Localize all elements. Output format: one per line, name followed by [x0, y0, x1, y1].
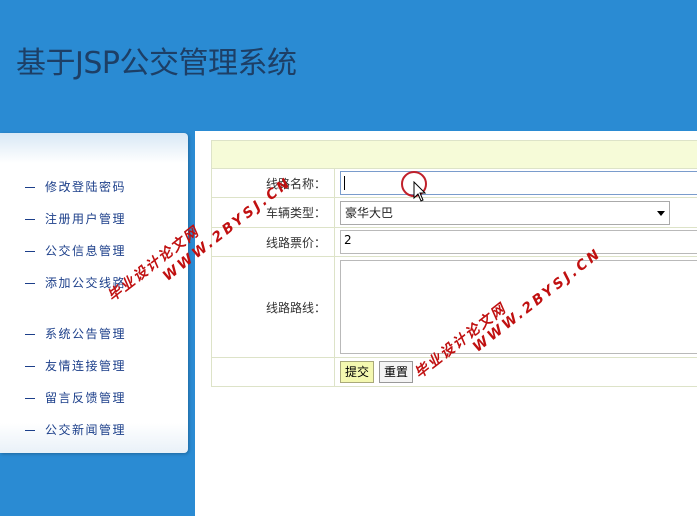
- sidebar-item-bus-info[interactable]: 公交信息管理: [0, 235, 188, 267]
- dash-icon: [25, 251, 35, 252]
- actions-row: 提交 重置: [211, 357, 697, 387]
- sidebar-item-label: 系统公告管理: [45, 327, 127, 341]
- mouse-pointer-icon: [413, 181, 427, 202]
- sidebar-item-label: 公交新闻管理: [45, 423, 127, 437]
- dash-icon: [25, 283, 35, 284]
- dash-icon: [25, 430, 35, 431]
- menu-group-2: 系统公告管理 友情连接管理 留言反馈管理 公交新闻管理: [0, 318, 188, 446]
- fare-label: 线路票价：: [211, 227, 335, 257]
- app-title: 基于JSP公交管理系统: [16, 46, 297, 81]
- route-path-row: 线路路线：: [211, 256, 697, 358]
- main-content: 线路名称： 车辆类型： 豪华大巴 线路票价： 2 线路路线： 提交 重置: [211, 140, 697, 387]
- route-path-label: 线路路线：: [211, 256, 335, 358]
- vehicle-type-select[interactable]: 豪华大巴: [340, 201, 670, 225]
- dash-icon: [25, 398, 35, 399]
- route-name-row: 线路名称：: [211, 168, 697, 198]
- sidebar-item-label: 注册用户管理: [45, 212, 127, 226]
- route-form: 线路名称： 车辆类型： 豪华大巴 线路票价： 2 线路路线： 提交 重置: [211, 140, 697, 387]
- dash-icon: [25, 366, 35, 367]
- sidebar-item-feedback[interactable]: 留言反馈管理: [0, 382, 188, 414]
- fare-input[interactable]: 2: [340, 230, 697, 254]
- route-path-textarea[interactable]: [340, 260, 697, 354]
- text-caret: [344, 176, 345, 190]
- fare-value: 2: [344, 233, 352, 247]
- submit-button[interactable]: 提交: [340, 361, 375, 383]
- vehicle-type-label: 车辆类型：: [211, 197, 335, 228]
- dash-icon: [25, 187, 35, 188]
- dropdown-arrow-icon: [657, 211, 665, 216]
- sidebar-item-label: 友情连接管理: [45, 359, 127, 373]
- dash-icon: [25, 334, 35, 335]
- sidebar-item-add-route[interactable]: 添加公交线路: [0, 267, 188, 299]
- vehicle-type-row: 车辆类型： 豪华大巴: [211, 197, 697, 228]
- sidebar-item-label: 修改登陆密码: [45, 180, 127, 194]
- form-header-row: [211, 140, 697, 169]
- header-bar: 基于JSP公交管理系统: [0, 0, 697, 131]
- dash-icon: [25, 219, 35, 220]
- route-name-input[interactable]: [340, 171, 697, 195]
- sidebar-item-news[interactable]: 公交新闻管理: [0, 414, 188, 446]
- vehicle-type-value: 豪华大巴: [345, 206, 394, 220]
- sidebar-item-label: 公交信息管理: [45, 244, 127, 258]
- fare-row: 线路票价： 2: [211, 227, 697, 257]
- sidebar-item-announcements[interactable]: 系统公告管理: [0, 318, 188, 350]
- menu-group-1: 修改登陆密码 注册用户管理 公交信息管理 添加公交线路: [0, 171, 188, 299]
- sidebar-item-change-password[interactable]: 修改登陆密码: [0, 171, 188, 203]
- sidebar-item-user-management[interactable]: 注册用户管理: [0, 203, 188, 235]
- sidebar-item-links[interactable]: 友情连接管理: [0, 350, 188, 382]
- route-name-label: 线路名称：: [211, 168, 335, 198]
- reset-button[interactable]: 重置: [379, 361, 414, 383]
- sidebar-item-label: 添加公交线路: [45, 276, 127, 290]
- sidebar: 修改登陆密码 注册用户管理 公交信息管理 添加公交线路 系统公告管理 友情连接管…: [0, 133, 188, 453]
- sidebar-item-label: 留言反馈管理: [45, 391, 127, 405]
